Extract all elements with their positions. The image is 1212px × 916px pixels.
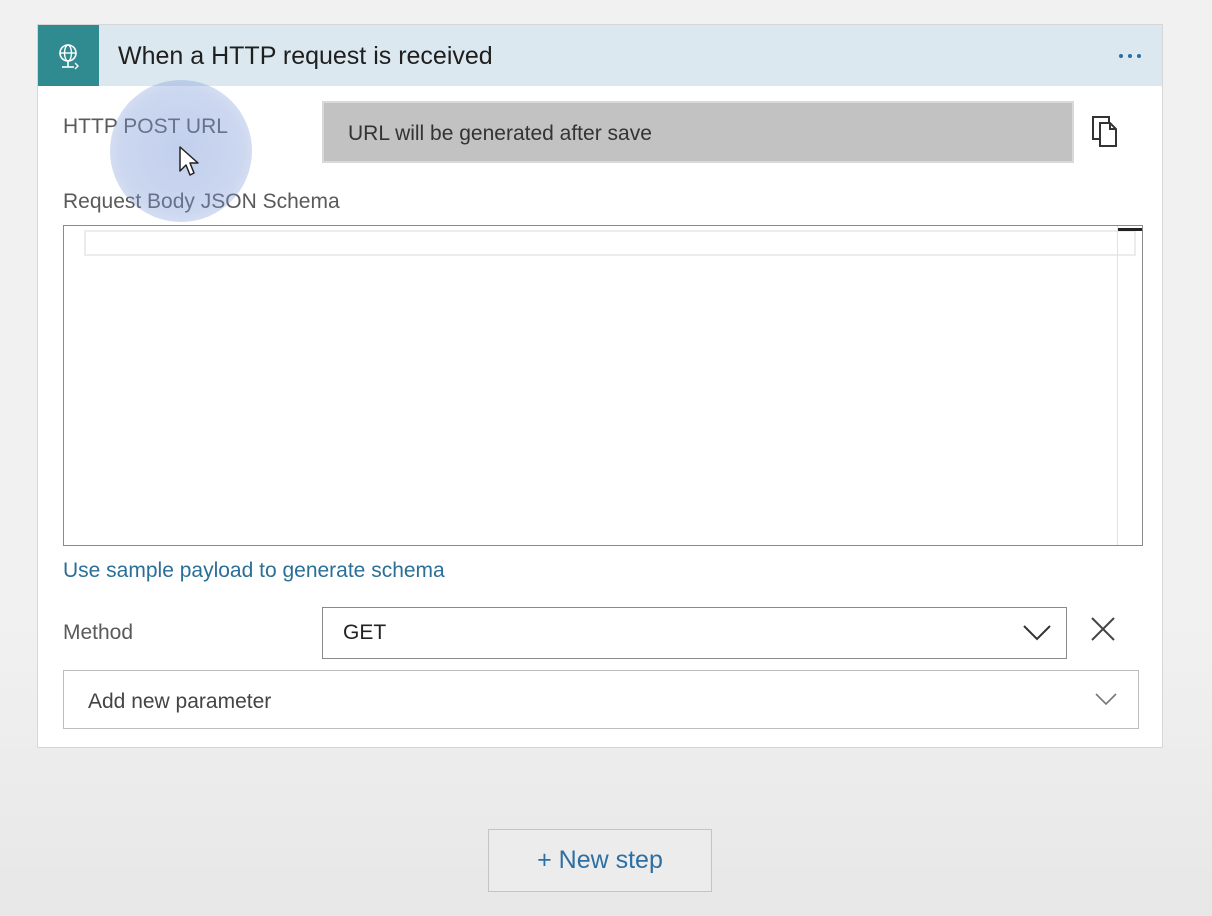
method-label: Method: [63, 621, 134, 644]
trigger-title: When a HTTP request is received: [118, 42, 493, 70]
schema-scrollbar[interactable]: [1117, 226, 1142, 545]
add-new-parameter-dropdown[interactable]: Add new parameter: [63, 670, 1139, 729]
chevron-down-icon: [1023, 625, 1051, 641]
new-step-button[interactable]: + New step: [488, 829, 712, 892]
method-dropdown[interactable]: GET: [322, 607, 1067, 659]
close-icon[interactable]: [1089, 615, 1117, 643]
trigger-card-header[interactable]: When a HTTP request is received: [38, 25, 1162, 86]
ellipsis-icon[interactable]: [1112, 39, 1148, 73]
mouse-pointer-icon: [179, 146, 199, 176]
use-sample-payload-link[interactable]: Use sample payload to generate schema: [63, 559, 445, 583]
method-value: GET: [343, 621, 387, 644]
globe-request-icon: [38, 25, 99, 86]
scrollbar-thumb[interactable]: [1118, 228, 1142, 231]
http-post-url-field[interactable]: URL will be generated after save: [322, 101, 1074, 163]
add-new-parameter-label: Add new parameter: [88, 690, 272, 713]
request-body-schema-editor[interactable]: [63, 225, 1143, 546]
schema-editor-current-line: [84, 230, 1136, 256]
chevron-down-icon: [1095, 693, 1117, 706]
copy-icon[interactable]: [1088, 113, 1122, 151]
